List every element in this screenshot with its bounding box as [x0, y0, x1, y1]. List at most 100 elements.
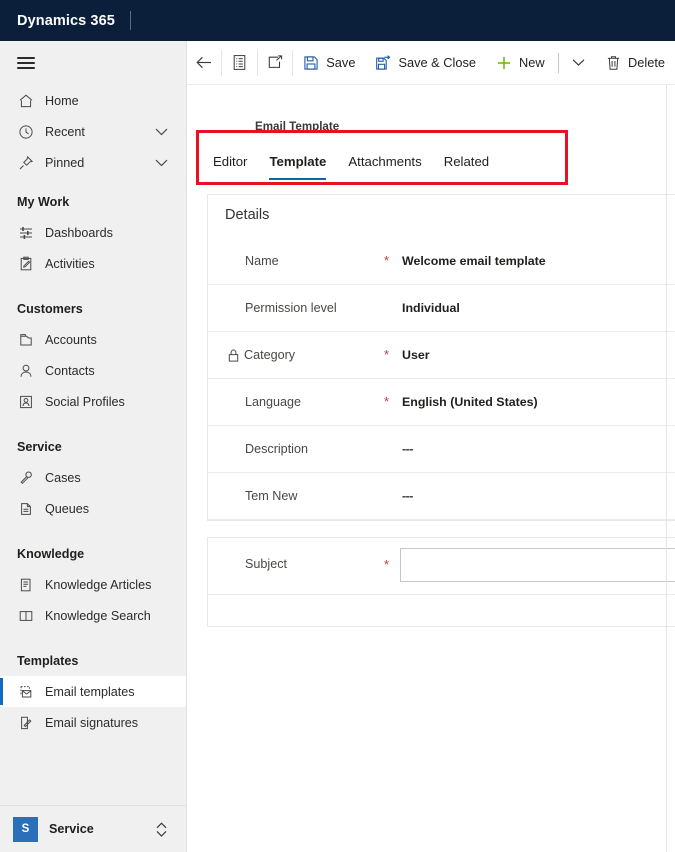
sidebar-item-knowledge-search[interactable]: Knowledge Search — [0, 600, 186, 631]
field-label: Permission level — [245, 301, 337, 315]
sidebar-item-recent[interactable]: Recent — [0, 116, 186, 147]
pin-icon — [16, 153, 35, 172]
chevron-down-icon[interactable] — [155, 158, 168, 167]
form-content-area: Email Template Editor Template Attachmen… — [187, 85, 675, 852]
lock-icon — [228, 348, 239, 362]
open-in-new-window-button[interactable] — [258, 41, 292, 85]
field-label: Language — [245, 395, 302, 409]
brand-bar: Dynamics 365 — [0, 0, 675, 41]
sidebar-item-email-signatures[interactable]: Email signatures — [0, 707, 186, 738]
field-row-name[interactable]: Name * Welcome email template — [208, 238, 675, 285]
required-marker: * — [384, 346, 390, 362]
open-in-new-window-icon — [267, 55, 284, 70]
save-and-close-button-label: Save & Close — [398, 55, 476, 70]
entity-type-label: Email Template — [255, 120, 340, 133]
sidebar-item-social-profiles[interactable]: Social Profiles — [0, 386, 186, 417]
app-name-label: Service — [49, 822, 94, 836]
nav-group-service: Service — [17, 440, 62, 454]
field-value: Welcome email template — [402, 254, 546, 268]
nav-group-knowledge: Knowledge — [17, 547, 85, 561]
tab-label: Editor — [213, 153, 248, 169]
new-button[interactable]: New — [486, 41, 555, 85]
sidebar-item-cases[interactable]: Cases — [0, 462, 186, 493]
details-section-title: Details — [225, 207, 270, 223]
field-row-description[interactable]: Description --- — [208, 426, 675, 473]
field-label: Category — [244, 348, 296, 362]
email-template-icon — [16, 682, 35, 701]
contact-icon — [16, 361, 35, 380]
field-row-language[interactable]: Language * English (United States) — [208, 379, 675, 426]
tab-related[interactable]: Related — [433, 139, 500, 183]
delete-button[interactable]: Delete — [596, 41, 675, 85]
field-label: Subject — [245, 557, 288, 571]
field-row-subject: Subject * — [208, 538, 675, 595]
field-row-category[interactable]: Category * User — [208, 332, 675, 379]
sidebar-item-label: Knowledge Articles — [45, 577, 152, 592]
trash-icon — [606, 55, 621, 71]
sidebar-item-accounts[interactable]: Accounts — [0, 324, 186, 355]
save-button[interactable]: Save — [293, 41, 365, 85]
brand-title: Dynamics 365 — [17, 12, 115, 29]
sidebar-item-email-templates[interactable]: Email templates — [0, 676, 186, 707]
sidebar-item-home[interactable]: Home — [0, 85, 186, 116]
required-marker: * — [384, 252, 390, 268]
navigation-list: Home Recent Pinned My Work Dashboards Ac… — [0, 85, 186, 803]
save-button-label: Save — [326, 55, 356, 70]
account-icon — [16, 330, 35, 349]
save-and-close-button[interactable]: Save & Close — [365, 41, 486, 85]
sidebar-item-knowledge-articles[interactable]: Knowledge Articles — [0, 569, 186, 600]
sidebar-item-label: Pinned — [45, 155, 85, 170]
nav-group-templates: Templates — [17, 654, 79, 668]
details-section-card: Details Name * Welcome email template Pe… — [207, 194, 675, 521]
sidebar-item-dashboards[interactable]: Dashboards — [0, 217, 186, 248]
social-profile-icon — [16, 392, 35, 411]
field-row-permission-level[interactable]: Permission level Individual — [208, 285, 675, 332]
back-button[interactable] — [187, 41, 221, 85]
dynamics365-app-window: Dynamics 365 Home Recent Pinned My Work … — [0, 0, 675, 852]
field-label-with-lock: Category — [228, 348, 295, 362]
sidebar-item-label: Contacts — [45, 363, 95, 378]
save-and-close-icon — [375, 54, 391, 71]
field-label: Tem New — [245, 489, 298, 503]
subject-card-bottom-padding — [208, 595, 675, 627]
field-value: User — [402, 348, 430, 362]
sidebar-item-label: Accounts — [45, 332, 97, 347]
sidebar-item-label: Home — [45, 93, 79, 108]
home-icon — [16, 91, 35, 110]
sidebar-item-pinned[interactable]: Pinned — [0, 147, 186, 178]
tab-label: Template — [269, 153, 327, 169]
site-map-toggle[interactable] — [0, 41, 186, 85]
chevron-down-icon — [572, 58, 585, 67]
back-arrow-icon — [195, 55, 213, 70]
subject-input[interactable] — [400, 548, 675, 582]
sidebar-item-activities[interactable]: Activities — [0, 248, 186, 279]
delete-button-label: Delete — [628, 55, 665, 70]
content-right-border — [666, 85, 667, 852]
tab-attachments[interactable]: Attachments — [337, 139, 432, 183]
nav-group-customers: Customers — [17, 302, 83, 316]
sidebar-item-queues[interactable]: Queues — [0, 493, 186, 524]
case-icon — [16, 468, 35, 487]
required-marker: * — [384, 557, 390, 572]
field-label: Name — [245, 254, 279, 268]
tab-label: Attachments — [348, 153, 422, 169]
app-switcher-chevron-icon[interactable] — [155, 821, 168, 838]
clock-icon — [16, 122, 35, 141]
command-overflow-button[interactable] — [562, 41, 596, 85]
app-badge: S — [13, 816, 38, 842]
sidebar-item-label: Activities — [45, 256, 95, 271]
sidebar-item-label: Knowledge Search — [45, 608, 151, 623]
field-row-tem-new[interactable]: Tem New --- — [208, 473, 675, 520]
field-value: --- — [402, 442, 413, 456]
field-value: Individual — [402, 301, 460, 315]
sidebar-item-contacts[interactable]: Contacts — [0, 355, 186, 386]
tab-template[interactable]: Template — [258, 139, 337, 183]
form-selector-icon — [232, 54, 247, 71]
app-switcher[interactable]: S Service — [0, 805, 186, 852]
chevron-down-icon[interactable] — [155, 127, 168, 136]
form-tab-strip: Editor Template Attachments Related — [187, 139, 675, 185]
form-selector-button[interactable] — [222, 41, 256, 85]
tab-editor[interactable]: Editor — [202, 139, 258, 183]
subject-section-card: Subject * — [207, 537, 675, 627]
knowledge-article-icon — [16, 575, 35, 594]
